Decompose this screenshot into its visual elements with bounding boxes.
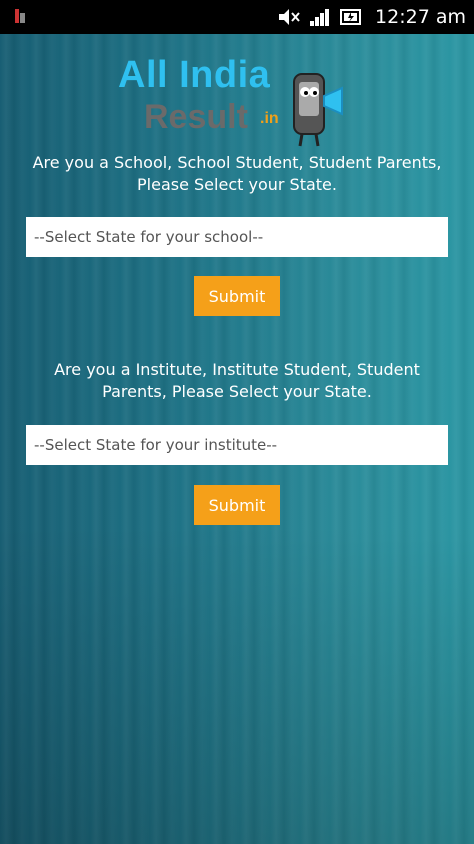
app-screen: All India Result .in Are you a School, S… (0, 34, 474, 844)
institute-prompt-line1: Are you a Institute, Institute Student, … (54, 360, 420, 379)
clock: 12:27 am (375, 6, 466, 28)
school-prompt-line2: Please Select your State. (137, 175, 337, 194)
status-bar: 12:27 am (0, 0, 474, 34)
logo-title: All India (118, 54, 271, 96)
institute-submit-button[interactable]: Submit (194, 485, 280, 525)
institute-state-select[interactable]: --Select State for your institute-- (26, 425, 448, 465)
school-prompt-line1: Are you a School, School Student, Studen… (32, 153, 442, 172)
school-prompt: Are you a School, School Student, Studen… (0, 152, 474, 196)
school-state-select[interactable]: --Select State for your school-- (26, 217, 448, 257)
institute-prompt: Are you a Institute, Institute Student, … (0, 359, 474, 403)
phone-mascot-icon (293, 73, 343, 147)
school-state-select-value: --Select State for your school-- (34, 228, 264, 246)
logo-suffix: .in (260, 110, 279, 127)
school-submit-button[interactable]: Submit (194, 276, 280, 316)
app-logo: All India Result .in (118, 54, 368, 154)
battery-icon (340, 9, 362, 25)
signal-icon (310, 9, 330, 26)
institute-state-select-value: --Select State for your institute-- (34, 436, 278, 454)
notification-icon (15, 9, 25, 23)
institute-prompt-line2: Parents, Please Select your State. (102, 382, 372, 401)
logo-subtitle: Result (144, 98, 248, 136)
mute-icon (279, 9, 300, 25)
